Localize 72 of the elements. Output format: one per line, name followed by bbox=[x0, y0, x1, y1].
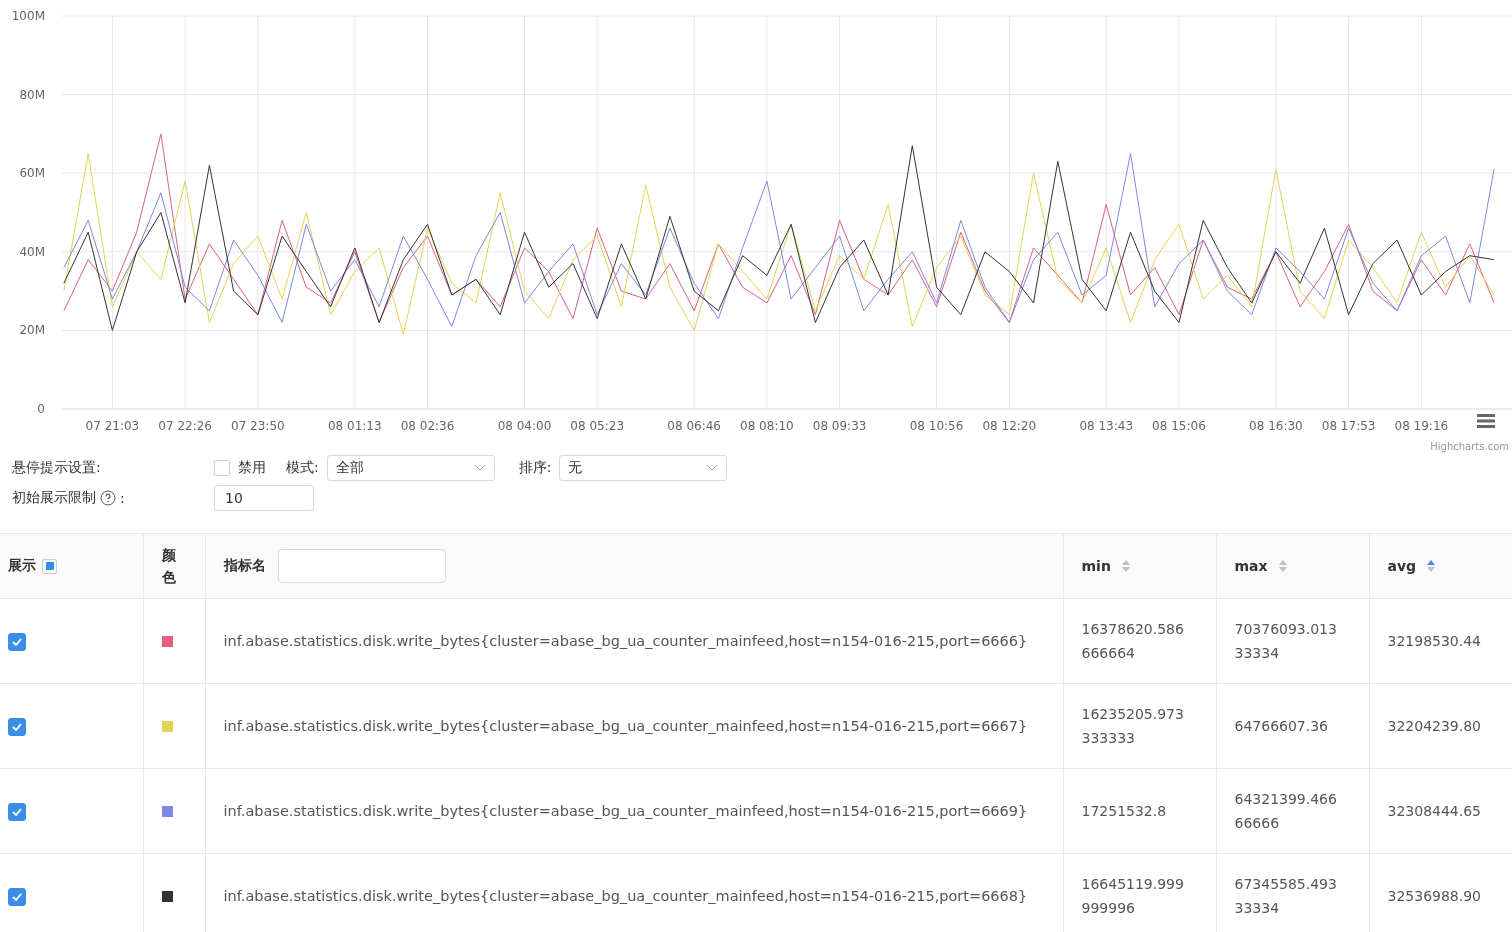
input-field[interactable]: 10 bbox=[214, 485, 314, 511]
help-icon[interactable] bbox=[100, 490, 116, 506]
column-header[interactable]: min bbox=[1081, 558, 1111, 574]
checkbox-label: 禁用 bbox=[238, 459, 266, 477]
field-label: 初始展示限制 bbox=[12, 489, 96, 507]
table-cell-text: 64766607.36 bbox=[1234, 717, 1330, 736]
table-cell-text: 32204239.80 bbox=[1387, 717, 1483, 736]
colon-text: : bbox=[120, 490, 125, 506]
check-icon bbox=[12, 893, 22, 901]
axis-label: 08 01:13 bbox=[328, 419, 382, 433]
table-cell: inf.abase.statistics.disk.write_bytes{cluster=abase_bg_ua_counter_mainfeed,host=n154-016-215,port=6669} bbox=[223, 803, 1028, 819]
checkbox[interactable] bbox=[214, 460, 230, 476]
table-cell: inf.abase.statistics.disk.write_bytes{cluster=abase_bg_ua_counter_mainfeed,host=n154-016-215,port=6666} bbox=[223, 633, 1028, 649]
axis-label: 08 15:06 bbox=[1152, 419, 1206, 433]
check-icon bbox=[12, 638, 22, 646]
field-label: 悬停提示设置: bbox=[12, 458, 102, 477]
table-cell-text: 16645119.999999996 bbox=[1081, 875, 1185, 918]
axis-label: 07 21:03 bbox=[85, 419, 140, 433]
field-label: 排序: bbox=[518, 459, 552, 477]
axis-label: 08 04:00 bbox=[497, 419, 552, 433]
table-cell: inf.abase.statistics.disk.write_bytes{cluster=abase_bg_ua_counter_mainfeed,host=n154-016-215,port=6667} bbox=[223, 718, 1028, 734]
axis-label: 40M bbox=[19, 244, 45, 259]
axis-label: 08 08:10 bbox=[740, 419, 794, 433]
checkbox[interactable] bbox=[8, 718, 26, 736]
column-header: 指标名 bbox=[223, 557, 266, 575]
axis-label: 08 09:33 bbox=[812, 419, 867, 433]
table-cell-text: 16235205.973333333 bbox=[1081, 705, 1185, 748]
checkbox[interactable] bbox=[8, 888, 26, 906]
table-cell-text: 16378620.586666664 bbox=[1081, 620, 1185, 663]
axis-label: 20M bbox=[19, 323, 45, 338]
table-cell-text: 64321399.46666666 bbox=[1234, 790, 1338, 833]
axis-label: 08 05:23 bbox=[570, 419, 625, 433]
checkbox[interactable] bbox=[42, 558, 57, 574]
caret-icon bbox=[473, 464, 486, 472]
check-icon bbox=[12, 808, 22, 816]
axis-label: 08 17:53 bbox=[1321, 419, 1376, 433]
axis-label: 100M bbox=[11, 9, 45, 23]
caret-icon bbox=[706, 464, 719, 472]
check-icon bbox=[12, 723, 22, 731]
column-header: 展示 bbox=[8, 557, 36, 575]
table-cell-text: 32198530.44 bbox=[1387, 632, 1483, 651]
table-cell-text: 70376093.01333334 bbox=[1234, 620, 1338, 663]
axis-label: 60M bbox=[19, 166, 45, 181]
axis-label: 07 22:26 bbox=[158, 419, 212, 433]
axis-label: 08 12:20 bbox=[982, 419, 1037, 433]
column-header[interactable]: max bbox=[1234, 558, 1268, 574]
table-cell: inf.abase.statistics.disk.write_bytes{cluster=abase_bg_ua_counter_mainfeed,host=n154-016-215,port=6668} bbox=[223, 888, 1028, 904]
axis-label: 08 13:43 bbox=[1079, 419, 1134, 433]
column-header: 颜色 bbox=[161, 545, 176, 587]
axis-label: 07 23:50 bbox=[231, 419, 285, 433]
table-cell-text: 32536988.90 bbox=[1387, 887, 1483, 906]
input-field[interactable] bbox=[277, 549, 446, 583]
sort-icon[interactable] bbox=[1277, 558, 1288, 574]
axis-label: 08 10:56 bbox=[909, 419, 964, 433]
checkbox[interactable] bbox=[8, 803, 26, 821]
sort-icon[interactable] bbox=[1426, 558, 1437, 574]
mode-select[interactable]: 全部 bbox=[326, 455, 495, 481]
axis-label: 80M bbox=[19, 87, 45, 102]
table-cell-text: 67345585.49333334 bbox=[1234, 875, 1338, 918]
axis-label: 08 16:30 bbox=[1249, 419, 1303, 433]
table-cell-text: 32308444.65 bbox=[1387, 802, 1483, 821]
column-header[interactable]: avg bbox=[1387, 558, 1417, 574]
checkbox[interactable] bbox=[8, 633, 26, 651]
sort-select[interactable]: 无 bbox=[559, 455, 728, 481]
sort-icon[interactable] bbox=[1120, 558, 1131, 574]
axis-label: 08 06:46 bbox=[667, 419, 721, 433]
table-cell-text: 17251532.8 bbox=[1081, 802, 1168, 821]
field-label: 模式: bbox=[286, 459, 319, 477]
menu-icon[interactable] bbox=[1477, 414, 1495, 428]
axis-label: 08 02:36 bbox=[400, 419, 455, 433]
axis-label: 0 bbox=[37, 402, 45, 416]
axis-label: 08 19:16 bbox=[1394, 419, 1449, 433]
